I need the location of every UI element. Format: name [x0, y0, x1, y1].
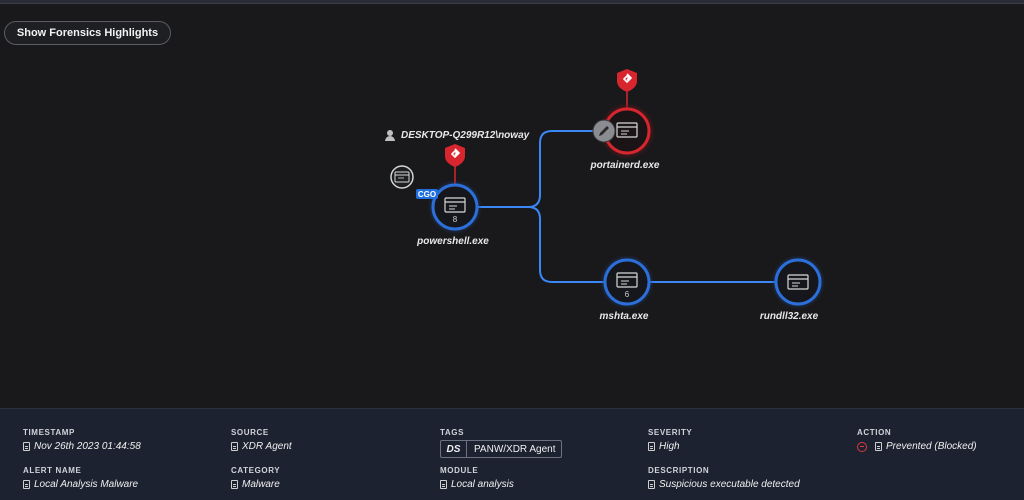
field-label: ALERT NAME — [23, 466, 82, 475]
node-label-rundll32[interactable]: rundll32.exe — [760, 311, 818, 322]
document-icon — [440, 480, 447, 489]
module-value: Local analysis — [451, 479, 514, 490]
causality-graph — [390, 69, 825, 309]
edge-powershell-mshta[interactable] — [527, 206, 604, 283]
alert-shield-icon[interactable] — [445, 144, 465, 167]
source-value: XDR Agent — [242, 441, 292, 452]
field-module: MODULE Local analysis — [440, 466, 514, 490]
cgo-badge: CGO — [416, 189, 438, 199]
field-severity: SEVERITY High — [648, 428, 692, 452]
user-icon — [385, 130, 395, 141]
tag-value: PANW/XDR Agent — [474, 443, 556, 455]
node-label-mshta[interactable]: mshta.exe — [600, 311, 649, 322]
field-label: ACTION — [857, 428, 892, 437]
show-forensics-highlights-button[interactable]: Show Forensics Highlights — [4, 21, 171, 45]
field-label: SEVERITY — [648, 428, 693, 437]
field-label: TAGS — [440, 428, 465, 437]
description-value: Suspicious executable detected — [659, 479, 800, 490]
field-timestamp: TIMESTAMP Nov 26th 2023 01:44:58 — [23, 428, 141, 452]
host-user-text: DESKTOP-Q299R12\noway — [401, 130, 530, 141]
host-user-label: DESKTOP-Q299R12\noway — [385, 130, 529, 141]
tag-chip[interactable]: DS PANW/XDR Agent — [440, 440, 562, 458]
document-icon — [875, 442, 882, 451]
document-icon — [648, 480, 655, 489]
field-label: MODULE — [440, 466, 479, 475]
severity-value: High — [659, 441, 680, 452]
field-category: CATEGORY Malware — [231, 466, 280, 490]
document-icon — [23, 442, 30, 451]
node-count-mshta: 6 — [624, 290, 630, 299]
category-value: Malware — [242, 479, 280, 490]
field-description: DESCRIPTION Suspicious executable detect… — [648, 466, 800, 490]
field-source: SOURCE XDR Agent — [231, 428, 292, 452]
alert-details-panel: TIMESTAMP Nov 26th 2023 01:44:58 SOURCE … — [0, 408, 1024, 500]
field-alert-name: ALERT NAME Local Analysis Malware — [23, 466, 138, 490]
node-mshta[interactable] — [600, 255, 654, 309]
alert-shield-icon[interactable] — [617, 69, 637, 92]
field-action: ACTION Prevented (Blocked) — [857, 428, 977, 452]
field-label: DESCRIPTION — [648, 466, 710, 475]
node-count-powershell: 8 — [452, 215, 458, 224]
tag-prefix: DS — [441, 441, 467, 457]
node-rundll32[interactable] — [771, 255, 825, 309]
alert-name-value: Local Analysis Malware — [34, 479, 139, 490]
action-value: Prevented (Blocked) — [886, 441, 977, 452]
field-label: TIMESTAMP — [23, 428, 75, 437]
edge-powershell-portainerd[interactable] — [478, 130, 605, 208]
node-label-powershell[interactable]: powershell.exe — [417, 236, 489, 247]
document-icon — [231, 442, 238, 451]
field-label: CATEGORY — [231, 466, 281, 475]
document-icon — [648, 442, 655, 451]
parent-process-node[interactable] — [390, 165, 414, 189]
field-tags: TAGS DS PANW/XDR Agent — [440, 428, 562, 458]
blocked-icon — [857, 441, 867, 452]
document-icon — [23, 480, 30, 489]
node-label-portainerd[interactable]: portainerd.exe — [591, 160, 660, 171]
timestamp-value: Nov 26th 2023 01:44:58 — [34, 441, 141, 452]
document-icon — [231, 480, 238, 489]
pencil-icon[interactable] — [592, 119, 616, 143]
field-label: SOURCE — [231, 428, 269, 437]
